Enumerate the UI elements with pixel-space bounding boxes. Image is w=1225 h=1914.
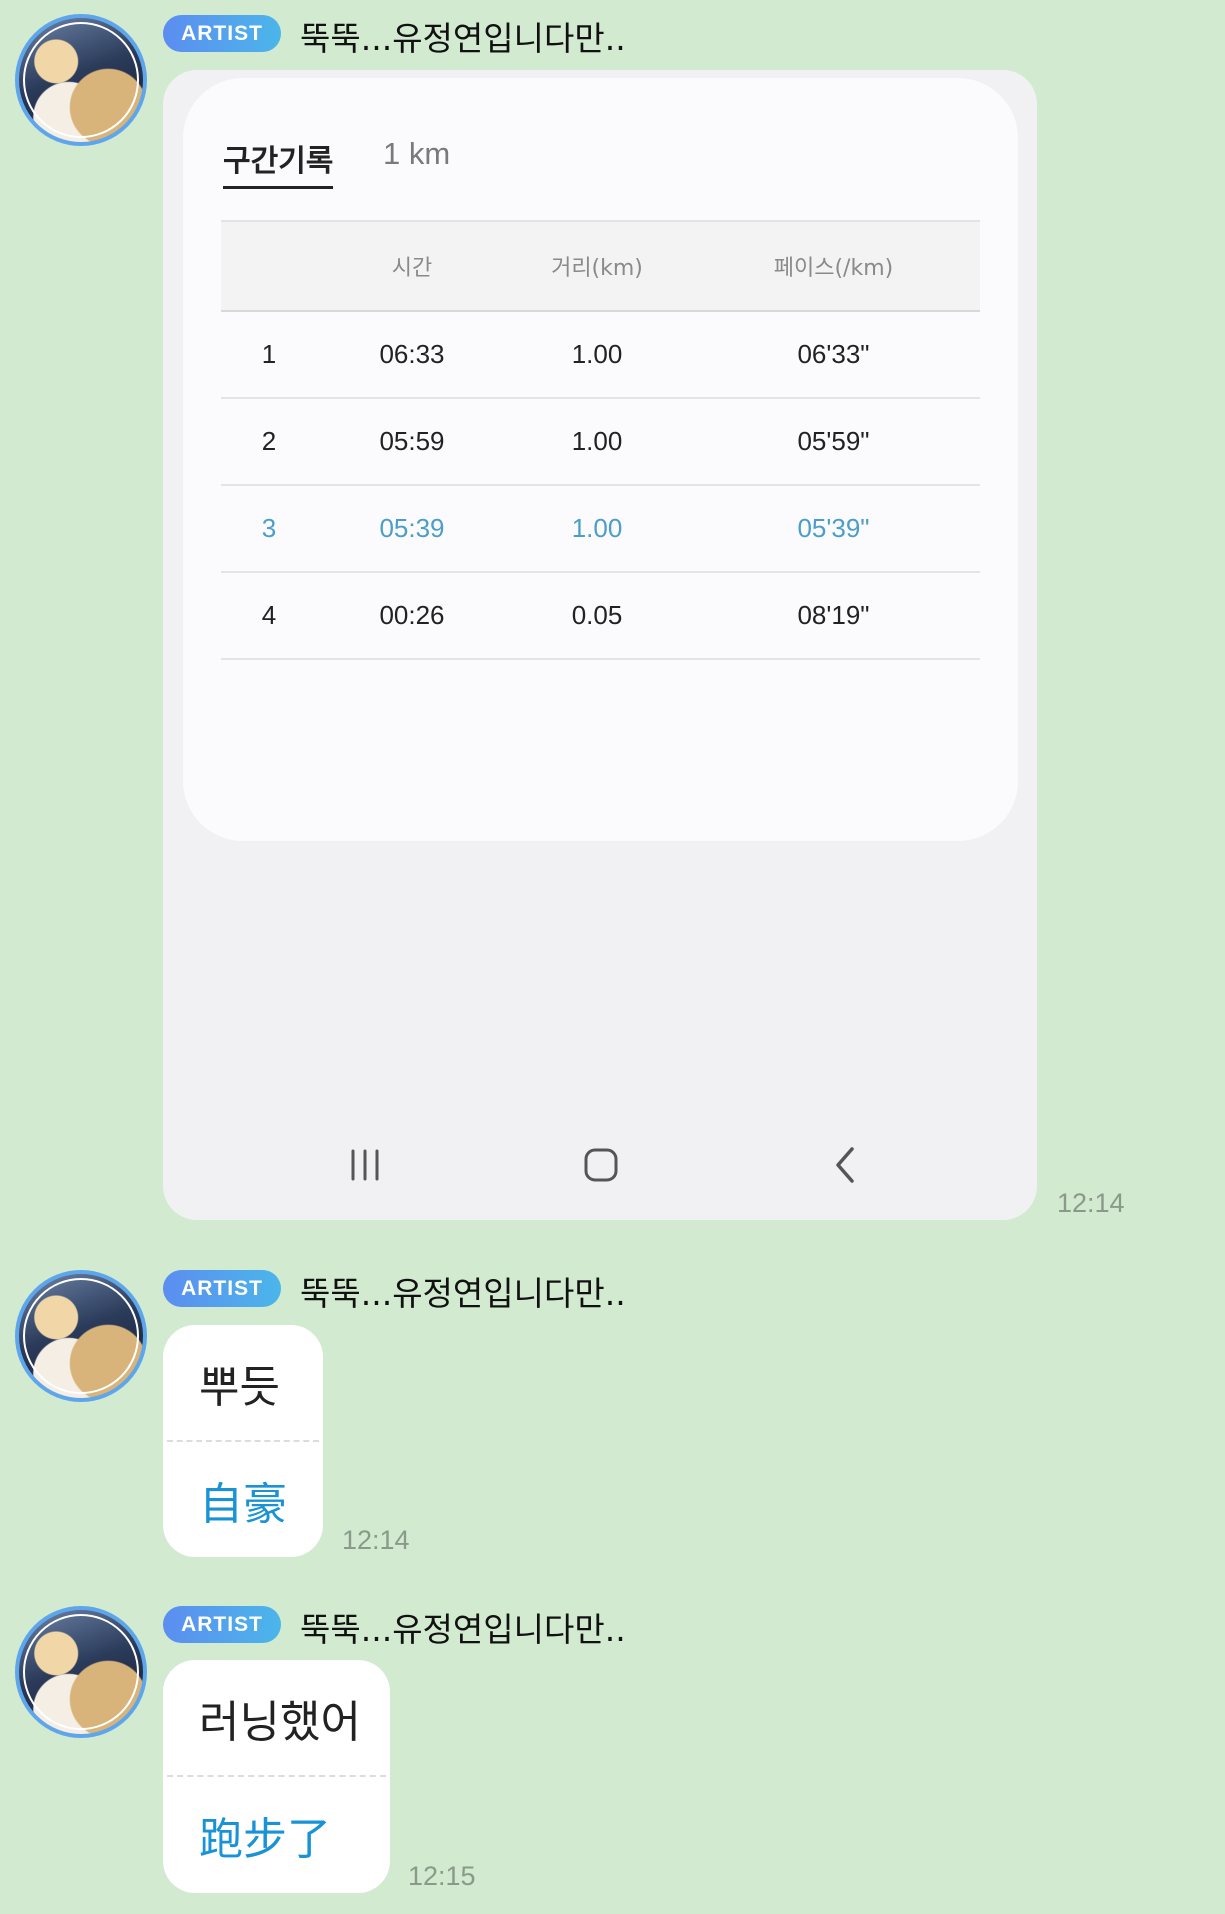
android-nav-bar xyxy=(163,1140,1037,1190)
lap-pace: 05'39" xyxy=(797,513,870,543)
header-time: 시간 xyxy=(391,256,433,281)
artist-badge: ARTIST xyxy=(163,1270,281,1307)
lap-pace: 06'33" xyxy=(797,339,870,369)
table-header: 시간 거리(km) 페이스(/km) xyxy=(221,220,980,312)
lap-distance: 1.00 xyxy=(571,339,623,369)
sender-name: 뚝뚝...유정연입니다만.. xyxy=(300,1274,626,1313)
artist-badge: ARTIST xyxy=(163,15,281,52)
lap-number: 3 xyxy=(261,513,277,543)
lap-time: 06:33 xyxy=(379,339,445,369)
lap-time: 00:26 xyxy=(379,600,445,630)
home-icon xyxy=(571,1140,631,1190)
lap-distance: 1.00 xyxy=(571,426,623,456)
message-time: 12:14 xyxy=(1057,1188,1125,1218)
sender-name: 뚝뚝...유정연입니다만.. xyxy=(300,19,626,58)
avatar[interactable] xyxy=(15,14,147,146)
table-row-highlighted: 3 05:39 1.00 05'39" xyxy=(221,486,980,573)
table-row: 2 05:59 1.00 05'59" xyxy=(221,399,980,486)
lap-time: 05:59 xyxy=(379,426,445,456)
lap-number: 1 xyxy=(261,339,277,369)
back-icon xyxy=(815,1140,875,1190)
table-row: 1 06:33 1.00 06'33" xyxy=(221,312,980,399)
lap-pace: 08'19" xyxy=(797,600,870,630)
lap-pace: 05'59" xyxy=(797,426,870,456)
lap-number: 2 xyxy=(261,426,277,456)
recent-apps-icon xyxy=(335,1140,395,1190)
translation-text: 自豪 xyxy=(199,1478,287,1530)
sender-name: 뚝뚝...유정연입니다만.. xyxy=(300,1610,626,1649)
avatar[interactable] xyxy=(15,1606,147,1738)
message-time: 12:14 xyxy=(342,1525,410,1555)
lap-distance: 1.00 xyxy=(571,513,623,543)
message-text: 러닝했어 xyxy=(199,1696,361,1748)
lap-number: 4 xyxy=(261,600,277,630)
message-bubble[interactable]: 러닝했어 跑步了 xyxy=(163,1660,390,1893)
message-text: 뿌듯 xyxy=(199,1361,280,1413)
table-row: 4 00:26 0.05 08'19" xyxy=(221,573,980,660)
lap-table: 시간 거리(km) 페이스(/km) 1 06:33 1.00 06'33" 2… xyxy=(221,220,980,660)
artist-badge: ARTIST xyxy=(163,1606,281,1643)
tab-lap-record: 구간기록 xyxy=(223,136,334,189)
message-time: 12:15 xyxy=(408,1861,476,1891)
avatar[interactable] xyxy=(15,1270,147,1402)
tab-1km: 1 km xyxy=(383,136,451,171)
header-distance: 거리(km) xyxy=(551,256,643,281)
translation-text: 跑步了 xyxy=(199,1813,331,1865)
message-bubble[interactable]: 뿌듯 自豪 xyxy=(163,1325,323,1557)
header-pace: 페이스(/km) xyxy=(773,256,894,281)
header-lap xyxy=(221,222,317,310)
lap-record-panel: 구간기록 1 km 시간 거리(km) 페이스(/km) 1 06:33 1.0… xyxy=(183,78,1018,841)
lap-time: 05:39 xyxy=(379,513,445,543)
lap-distance: 0.05 xyxy=(571,600,623,630)
image-attachment[interactable]: 구간기록 1 km 시간 거리(km) 페이스(/km) 1 06:33 1.0… xyxy=(163,70,1037,1220)
